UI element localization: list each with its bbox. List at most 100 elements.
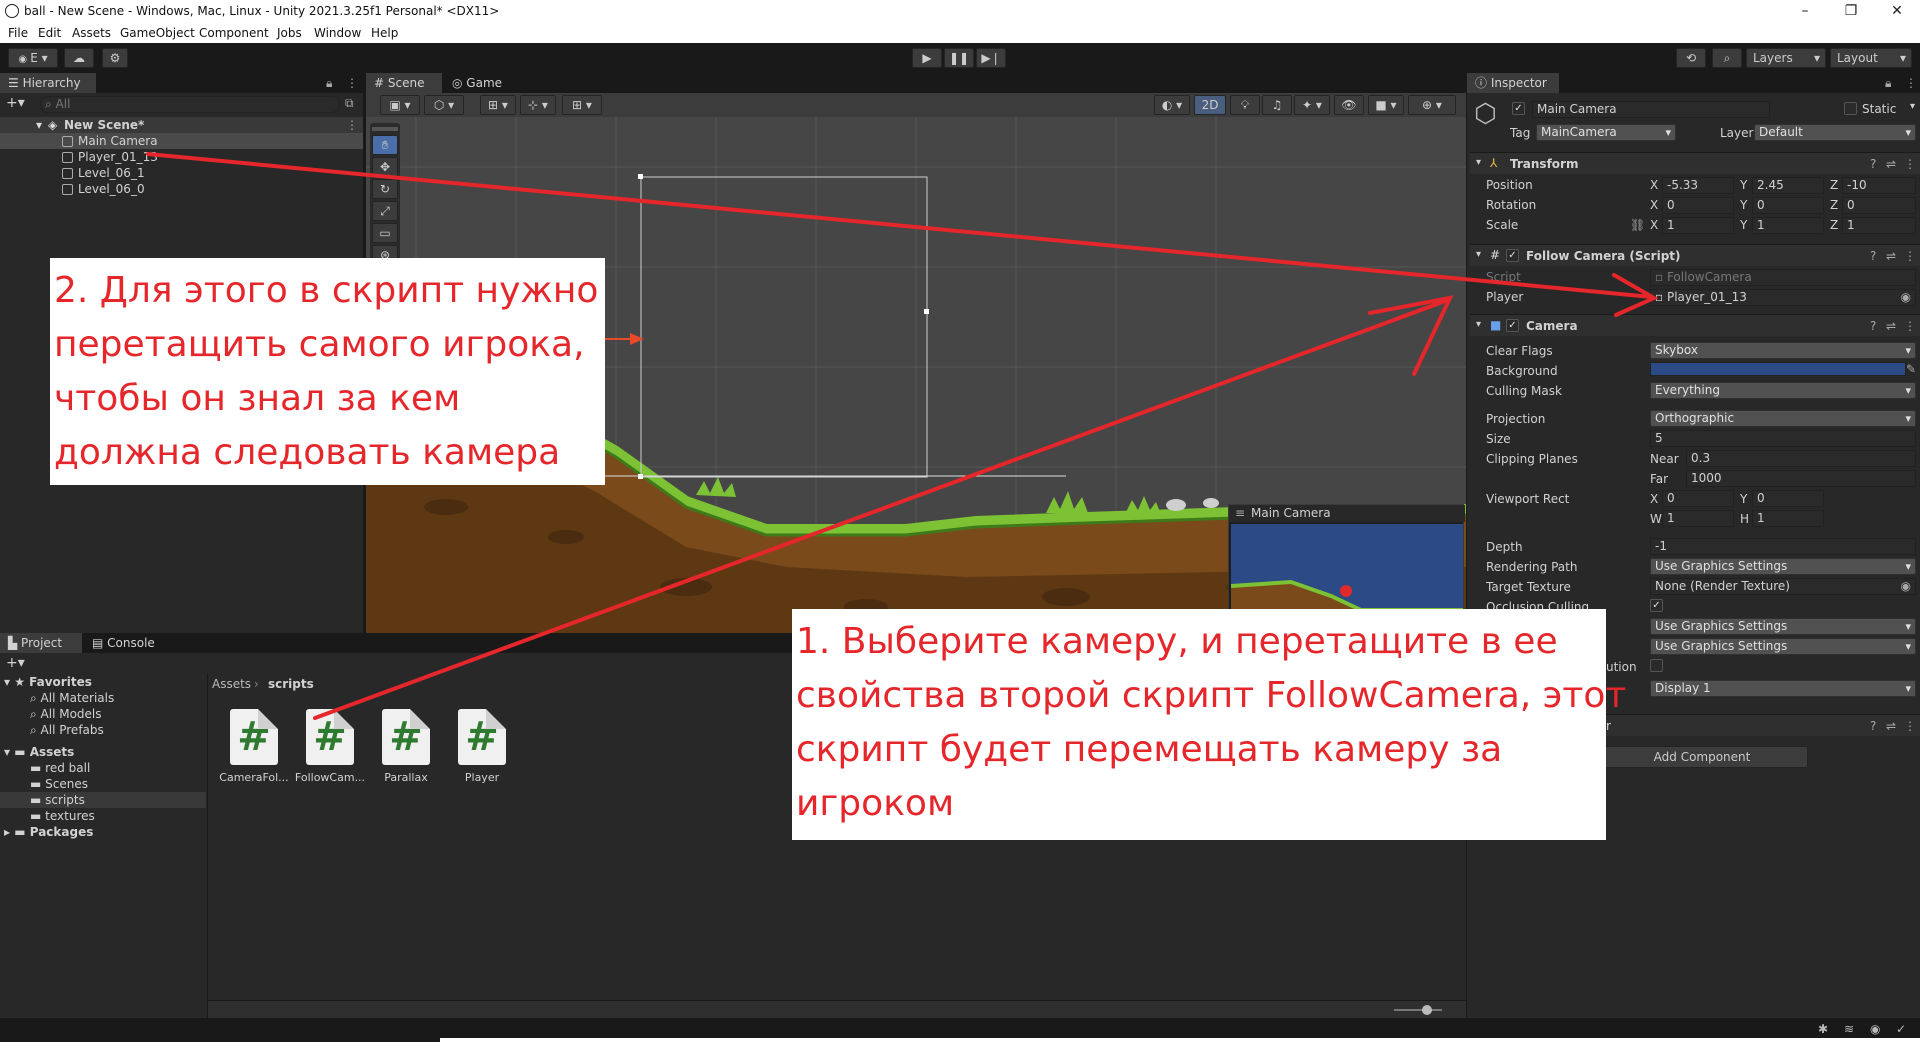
object-name-input[interactable]: Main Camera [1532,101,1770,118]
player-object-field[interactable]: ▫ Player_01_13 ◉ [1650,289,1916,306]
camera-section-header[interactable]: ▾ ■ ✓ Camera ? ⇌ ⋮ [1470,314,1920,336]
cloud-icon[interactable]: ☁ [64,48,94,68]
scale-tool-icon[interactable]: ⤢ [372,201,398,221]
assets-header[interactable]: ▾ ▬ Assets [4,745,74,759]
favorites-item[interactable]: ⌕ All Models [30,707,102,722]
preset-icon[interactable]: ⇌ [1886,249,1896,263]
msaa-dropdown[interactable]: Use Graphics Settings [1650,638,1916,655]
breadcrumb-scripts[interactable]: scripts [268,677,314,691]
component-menu-icon[interactable]: ⋮ [1904,719,1916,733]
preset-icon[interactable]: ⇌ [1886,719,1896,733]
viewport-y-input[interactable]: 0 [1752,490,1824,507]
lighting-icon[interactable]: 💡︎ [1230,95,1260,115]
menu-help[interactable]: Help [371,26,398,40]
target-texture-field[interactable]: None (Render Texture) ◉ [1650,578,1916,595]
bug-icon[interactable]: ✱ [1818,1022,1828,1036]
search-icon[interactable]: ⌕ [1712,48,1742,68]
history-icon[interactable]: ⟲ [1676,48,1706,68]
add-component-button[interactable]: Add Component [1596,746,1808,768]
help-icon[interactable]: ? [1870,249,1876,263]
grid-dropdown[interactable]: ⊹ ▾ [520,95,556,115]
menu-edit[interactable]: Edit [38,26,61,40]
progress-icon[interactable]: ◉ [1870,1022,1880,1036]
hierarchy-item[interactable]: Level_06_0 [0,181,363,197]
more-icon[interactable]: ⋮ [346,76,358,90]
script-asset[interactable]: # Parallax [370,709,442,784]
position-z-input[interactable]: -10 [1842,177,1916,194]
preset-icon[interactable]: ⇌ [1886,319,1896,333]
icon-size-slider[interactable] [1394,1009,1442,1011]
active-checkbox[interactable]: ✓ [1512,102,1525,115]
rotation-z-input[interactable]: 0 [1842,197,1916,214]
hand-tool-icon[interactable]: ✋︎ [372,135,398,155]
scale-y-input[interactable]: 1 [1752,217,1824,234]
script-asset[interactable]: # CameraFol... [218,709,290,784]
snap-dropdown[interactable]: ⊞ ▾ [562,95,602,115]
close-button[interactable]: ✕ [1874,0,1920,24]
hdr-dropdown[interactable]: Use Graphics Settings [1650,618,1916,635]
gizmos-dropdown[interactable]: ⊕ ▾ [1408,95,1456,115]
render-mode-dropdown[interactable]: ⬡ ▾ [424,95,464,115]
menu-assets[interactable]: Assets [72,26,111,40]
favorites-item[interactable]: ⌕ All Materials [30,691,114,706]
component-menu-icon[interactable]: ⋮ [1904,249,1916,263]
tab-project[interactable]: ▙ Project [0,633,82,653]
scale-x-input[interactable]: 1 [1662,217,1734,234]
component-menu-icon[interactable]: ⋮ [1904,157,1916,171]
status-ok-icon[interactable]: ✓ [1896,1022,1906,1036]
add-object-button[interactable]: +▾ [6,95,25,111]
search-filter-icon[interactable]: ⧉ [345,96,354,111]
layers-dropdown[interactable]: Layers ▾ [1746,48,1826,68]
audio-icon[interactable]: ♫ [1262,95,1292,115]
tab-game[interactable]: ◎ Game [444,73,516,93]
pause-button[interactable]: ❚❚ [944,48,974,68]
camera-enabled-checkbox[interactable]: ✓ [1506,319,1519,332]
viewport-h-input[interactable]: 1 [1752,510,1824,527]
preset-icon[interactable]: ⇌ [1886,157,1896,171]
folder-item[interactable]: ▬ red ball [30,761,90,775]
position-x-input[interactable]: -5.33 [1662,177,1734,194]
more-icon[interactable]: ⋮ [1905,76,1917,90]
occlusion-culling-checkbox[interactable]: ✓ [1650,599,1663,612]
rendering-path-dropdown[interactable]: Use Graphics Settings [1650,558,1916,575]
menu-jobs[interactable]: Jobs [277,26,302,40]
tag-dropdown[interactable]: MainCamera [1536,124,1676,141]
rotation-y-input[interactable]: 0 [1752,197,1824,214]
viewport-w-input[interactable]: 1 [1662,510,1734,527]
folder-item[interactable]: ▬ Scenes [30,777,88,791]
favorites-item[interactable]: ⌕ All Prefabs [30,723,104,738]
clear-flags-dropdown[interactable]: Skybox [1650,342,1916,359]
visibility-icon[interactable]: 👁︎ [1334,95,1364,115]
script-asset[interactable]: # Player [446,709,518,784]
menu-window[interactable]: Window [314,26,361,40]
mode-2d-toggle[interactable]: 2D [1194,95,1226,115]
folder-item[interactable]: ▬ textures [30,809,95,823]
follow-enabled-checkbox[interactable]: ✓ [1506,249,1519,262]
minimize-button[interactable]: – [1782,0,1828,24]
account-button[interactable]: ◉ E ▾ [8,48,58,68]
shading-dropdown[interactable]: ◐ ▾ [1154,95,1190,115]
breadcrumb-assets[interactable]: Assets [212,677,251,691]
rect-tool-icon[interactable]: ▭ [372,223,398,243]
far-input[interactable]: 1000 [1686,470,1916,487]
create-asset-button[interactable]: +▾ [6,655,25,671]
menu-component[interactable]: Component [199,26,269,40]
icon-size-slider-thumb[interactable] [1422,1005,1432,1015]
hierarchy-item[interactable]: Level_06_1 [0,165,363,181]
target-display-dropdown[interactable]: Display 1 [1650,680,1916,697]
tab-scene[interactable]: # Scene [366,73,442,93]
cache-icon[interactable]: ≋ [1844,1022,1854,1036]
link-icon[interactable]: ⛓ [1630,218,1645,232]
help-icon[interactable]: ? [1870,319,1876,333]
hierarchy-search-input[interactable]: ⌕ All [40,96,340,113]
culling-mask-dropdown[interactable]: Everything [1650,382,1916,399]
lock-icon[interactable]: 🔒︎ [326,76,332,91]
transform-section-header[interactable]: ▾ ⅄ Transform ? ⇌ ⋮ [1470,152,1920,174]
scale-z-input[interactable]: 1 [1842,217,1916,234]
pivot-dropdown[interactable]: ⊞ ▾ [480,95,516,115]
maximize-button[interactable]: ❐ [1828,0,1874,24]
camera-dropdown[interactable]: ■ ▾ [1368,95,1404,115]
menu-file[interactable]: File [8,26,28,40]
draw-mode-dropdown[interactable]: ▣ ▾ [380,95,420,115]
hierarchy-item[interactable]: Player_01_13 [0,149,363,165]
